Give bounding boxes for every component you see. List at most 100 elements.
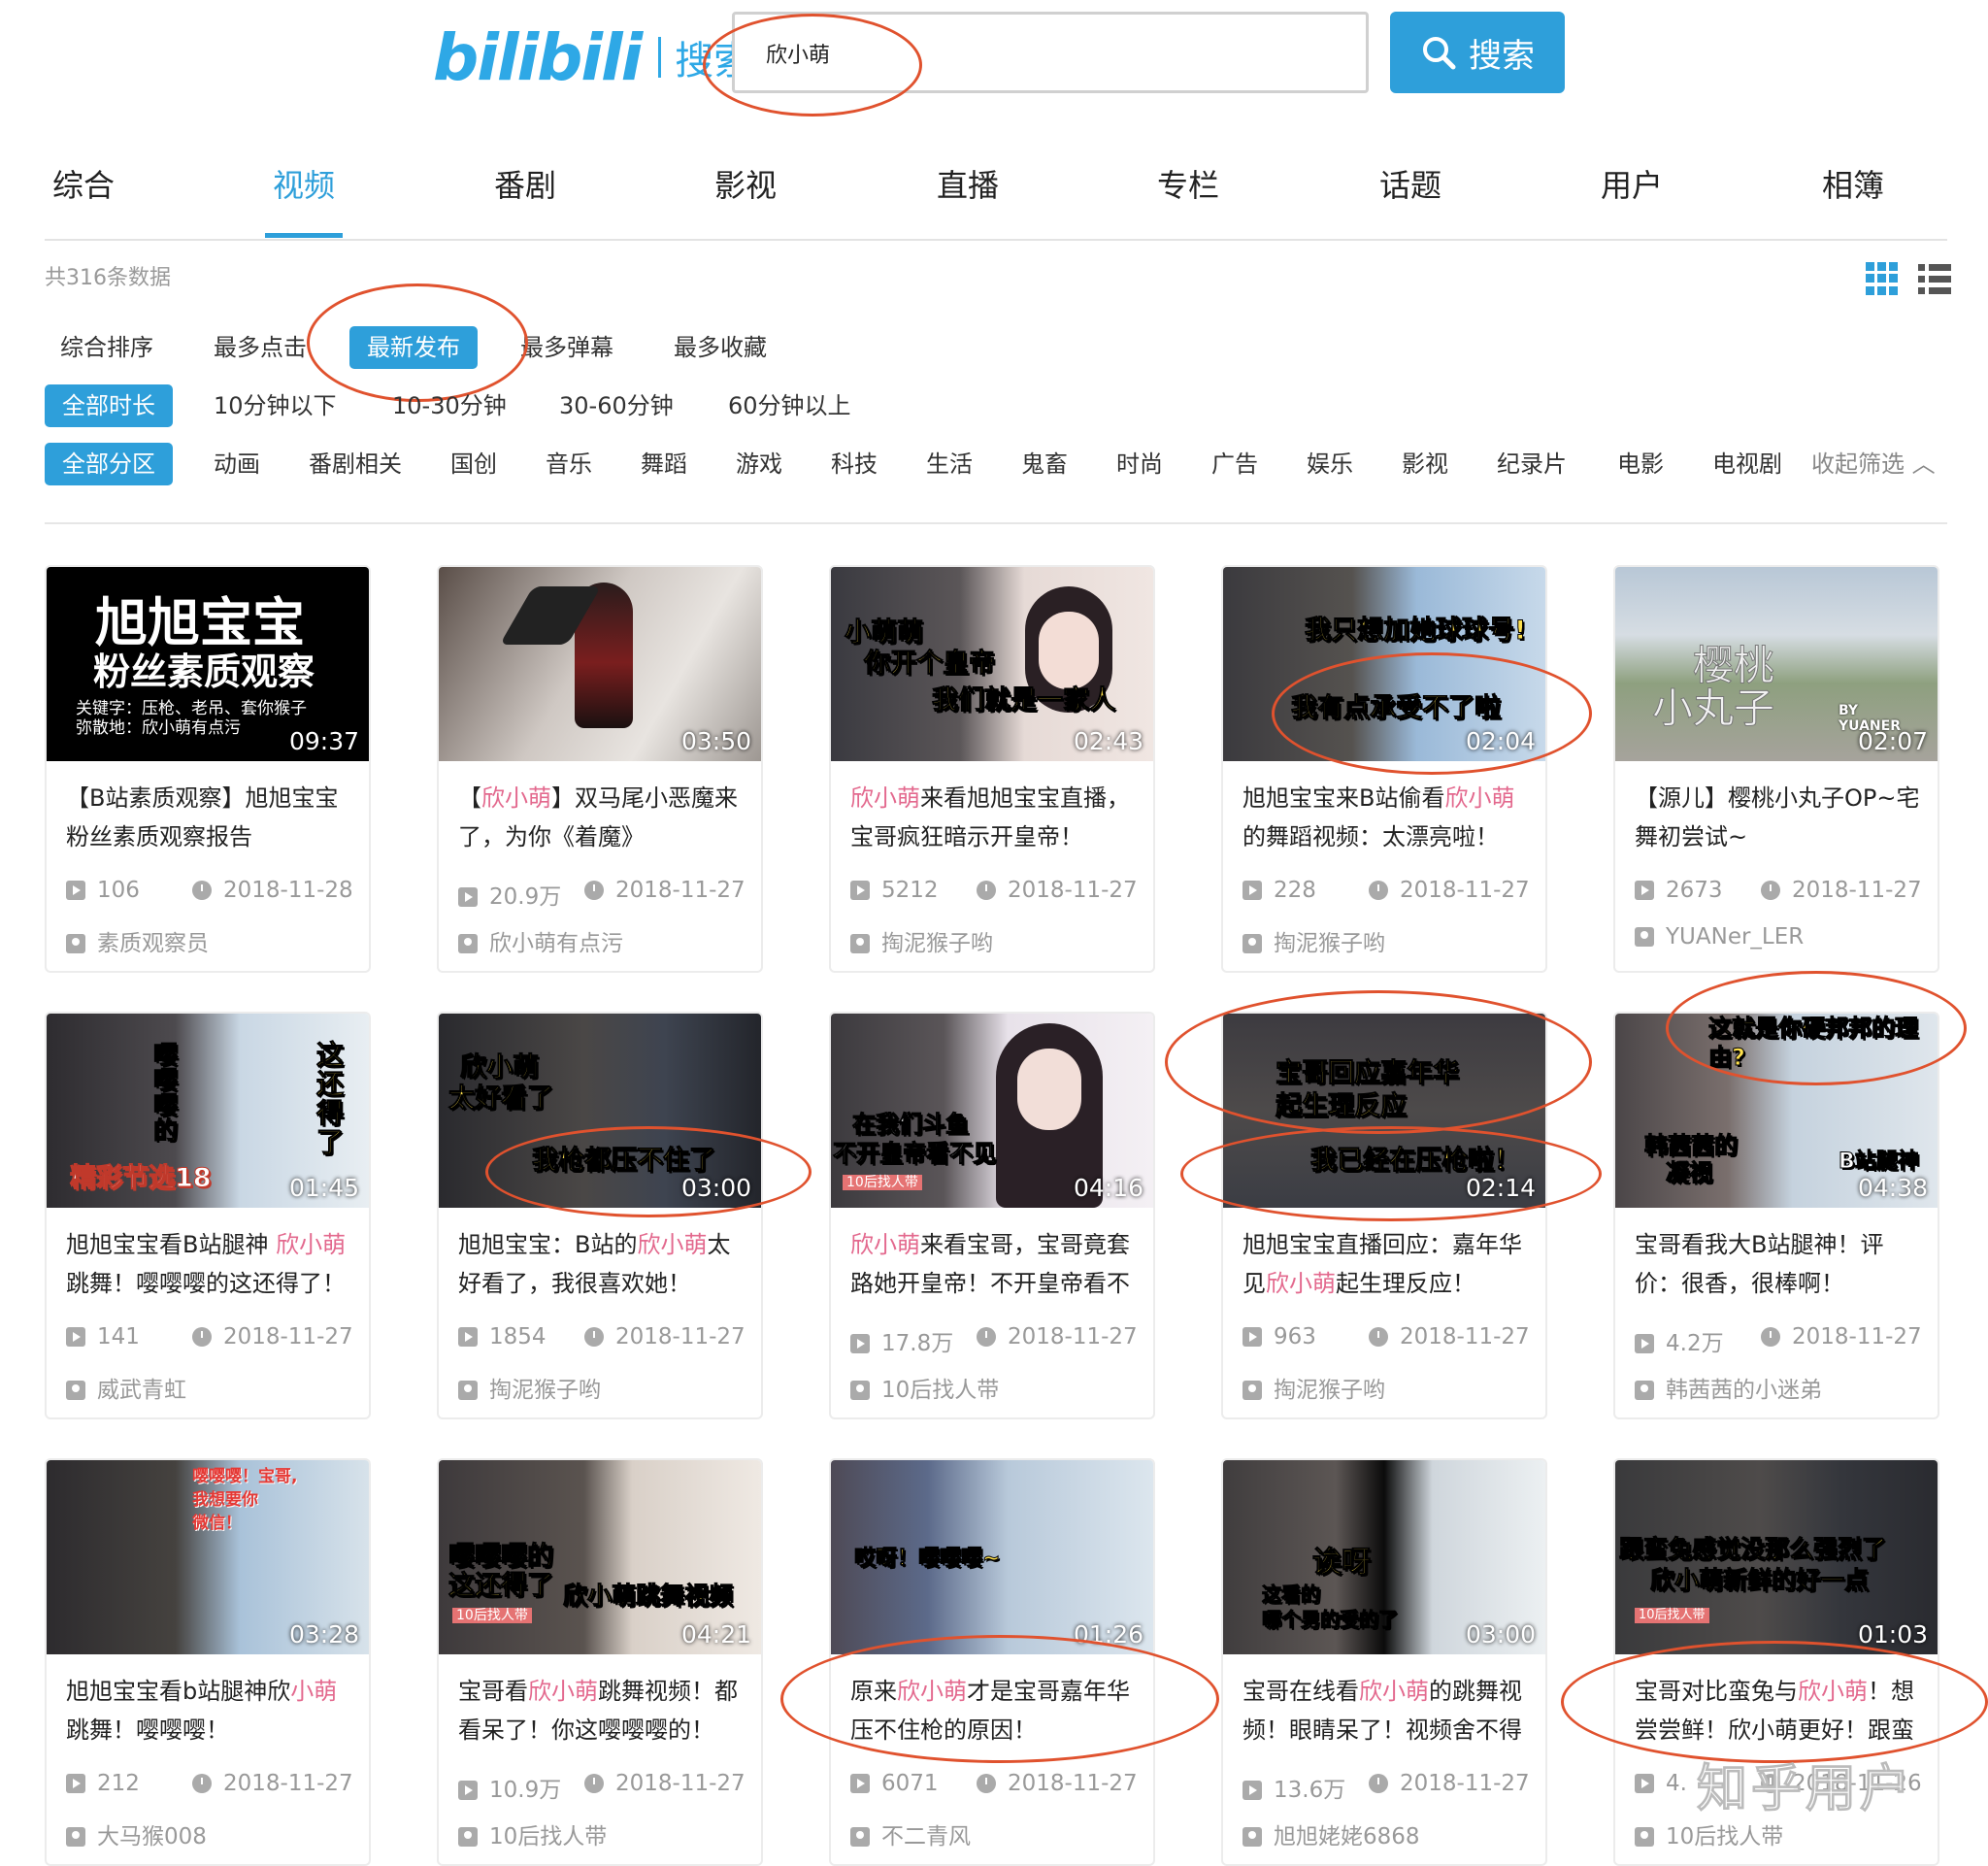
video-title[interactable]: 欣小萌来看宝哥，宝哥竟套路她开皇帝！不开皇帝看不 bbox=[850, 1225, 1142, 1303]
search-button[interactable]: 搜索 bbox=[1390, 12, 1565, 93]
video-title[interactable]: 旭旭宝宝看b站腿神欣小萌跳舞！嘤嘤嘤！ bbox=[66, 1672, 357, 1749]
tab-film[interactable]: 影视 bbox=[714, 161, 777, 206]
duration-all[interactable]: 全部时长 bbox=[45, 384, 173, 427]
uploader[interactable]: 10后找人带 bbox=[458, 1817, 607, 1850]
sort-most-danmaku[interactable]: 最多弹幕 bbox=[520, 326, 613, 369]
video-thumbnail[interactable]: 我只想加她球球号! 我有点承受不了啦 02:04 bbox=[1223, 567, 1545, 761]
list-view-icon[interactable] bbox=[1918, 262, 1951, 295]
tab-album[interactable]: 相簿 bbox=[1822, 161, 1884, 206]
video-title[interactable]: 宝哥在线看欣小萌的跳舞视频！眼睛呆了！视频舍不得 bbox=[1242, 1672, 1534, 1749]
video-thumbnail[interactable]: 在我们斗鱼 不开皇帝看不见 10后找人带 04:16 bbox=[831, 1014, 1153, 1208]
collapse-filter-button[interactable]: 收起筛选 ︿ bbox=[1811, 443, 1936, 485]
zone-life[interactable]: 生活 bbox=[926, 443, 973, 485]
zone-fashion[interactable]: 时尚 bbox=[1116, 443, 1163, 485]
zone-guochuang[interactable]: 国创 bbox=[450, 443, 497, 485]
uploader[interactable]: 不二青风 bbox=[850, 1817, 971, 1850]
uploader[interactable]: 大马猴008 bbox=[66, 1817, 207, 1850]
duration-10-30[interactable]: 10-30分钟 bbox=[392, 384, 507, 427]
video-card[interactable]: 嘤嘤嘤！宝哥, 我想要你 微信！ 03:28 旭旭宝宝看b站腿神欣小萌跳舞！嘤嘤… bbox=[45, 1458, 371, 1866]
video-card[interactable]: 欣小萌 太好看了 我枪都压不住了 03:00 旭旭宝宝：B站的欣小萌太好看了，我… bbox=[437, 1012, 763, 1419]
sort-most-clicks[interactable]: 最多点击 bbox=[214, 326, 307, 369]
video-thumbnail[interactable]: 诶呀 这看的 哪个男的受的了 03:00 bbox=[1223, 1460, 1545, 1654]
zone-kichiku[interactable]: 鬼畜 bbox=[1021, 443, 1068, 485]
video-title[interactable]: 欣小萌来看旭旭宝宝直播，宝哥疯狂暗示开皇帝！ bbox=[850, 779, 1142, 856]
tab-user[interactable]: 用户 bbox=[1601, 161, 1663, 206]
video-title[interactable]: 【欣小萌】双马尾小恶魔来了，为你《着魔》 bbox=[458, 779, 749, 856]
video-title[interactable]: 原来欣小萌才是宝哥嘉年华压不住枪的原因！ bbox=[850, 1672, 1142, 1749]
video-thumbnail[interactable]: 这就是你硬邦邦的理由? 韩茜茜的 凝视 B站腿神 04:38 bbox=[1615, 1014, 1938, 1208]
video-thumbnail[interactable]: 樱桃 小丸子 BY YUANER 02:07 bbox=[1615, 567, 1938, 761]
uploader[interactable]: 掏泥猴子哟 bbox=[458, 1371, 601, 1404]
video-title[interactable]: 旭旭宝宝直播回应：嘉年华见欣小萌起生理反应！ bbox=[1242, 1225, 1534, 1303]
tab-live[interactable]: 直播 bbox=[937, 161, 999, 206]
sort-newest[interactable]: 最新发布 bbox=[349, 326, 478, 369]
zone-dance[interactable]: 舞蹈 bbox=[641, 443, 687, 485]
video-thumbnail[interactable]: 03:50 bbox=[439, 567, 761, 761]
uploader[interactable]: 素质观察员 bbox=[66, 924, 209, 957]
video-thumbnail[interactable]: 宝哥回应嘉年华 起生理反应 我已经在压枪啦！ 02:14 bbox=[1223, 1014, 1545, 1208]
zone-tech[interactable]: 科技 bbox=[831, 443, 878, 485]
video-card[interactable]: 在我们斗鱼 不开皇帝看不见 10后找人带 04:16 欣小萌来看宝哥，宝哥竟套路… bbox=[829, 1012, 1155, 1419]
uploader[interactable]: 掏泥猴子哟 bbox=[1242, 924, 1385, 957]
uploader[interactable]: YUANer_LER bbox=[1635, 924, 1804, 950]
video-card[interactable]: 嘤嘤嘤的 这还得了 精彩节选18 01:45 旭旭宝宝看B站腿神 欣小萌跳舞！嘤… bbox=[45, 1012, 371, 1419]
video-title[interactable]: 【B站素质观察】旭旭宝宝粉丝素质观察报告 bbox=[66, 779, 357, 856]
video-title[interactable]: 旭旭宝宝：B站的欣小萌太好看了，我很喜欢她！ bbox=[458, 1225, 749, 1303]
zone-documentary[interactable]: 纪录片 bbox=[1497, 443, 1567, 485]
video-title[interactable]: 宝哥对比蛮兔与欣小萌！想尝尝鲜！欣小萌更好！跟蛮 bbox=[1635, 1672, 1926, 1749]
zone-tv[interactable]: 电视剧 bbox=[1712, 443, 1782, 485]
video-thumbnail[interactable]: 欣小萌 太好看了 我枪都压不住了 03:00 bbox=[439, 1014, 761, 1208]
video-card[interactable]: 樱桃 小丸子 BY YUANER 02:07 【源儿】樱桃小丸子OP~宅舞初尝试… bbox=[1613, 565, 1939, 973]
tab-topic[interactable]: 话题 bbox=[1379, 161, 1441, 206]
zone-ads[interactable]: 广告 bbox=[1211, 443, 1258, 485]
zone-all[interactable]: 全部分区 bbox=[45, 443, 173, 485]
video-card[interactable]: 旭旭宝宝 粉丝素质观察 关键字：压枪、老吊、套你猴子 弥散地：欣小萌有点污 09… bbox=[45, 565, 371, 973]
uploader[interactable]: 10后找人带 bbox=[850, 1371, 999, 1404]
zone-game[interactable]: 游戏 bbox=[736, 443, 782, 485]
video-title[interactable]: 宝哥看我大B站腿神！评价：很香，很棒啊！ bbox=[1635, 1225, 1926, 1303]
zone-music[interactable]: 音乐 bbox=[546, 443, 592, 485]
search-input[interactable] bbox=[764, 18, 1350, 88]
uploader[interactable]: 10后找人带 bbox=[1635, 1817, 1783, 1850]
uploader[interactable]: 欣小萌有点污 bbox=[458, 924, 623, 957]
uploader[interactable]: 旭旭姥姥6868 bbox=[1242, 1817, 1420, 1850]
duration-under-10[interactable]: 10分钟以下 bbox=[214, 384, 337, 427]
video-thumbnail[interactable]: 嘤嘤嘤！宝哥, 我想要你 微信！ 03:28 bbox=[47, 1460, 369, 1654]
tab-article[interactable]: 专栏 bbox=[1157, 161, 1219, 206]
zone-film[interactable]: 影视 bbox=[1402, 443, 1448, 485]
uploader[interactable]: 韩茜茜的小迷弟 bbox=[1635, 1371, 1822, 1404]
video-title[interactable]: 【源儿】樱桃小丸子OP~宅舞初尝试~ bbox=[1635, 779, 1926, 856]
video-card[interactable]: 这就是你硬邦邦的理由? 韩茜茜的 凝视 B站腿神 04:38 宝哥看我大B站腿神… bbox=[1613, 1012, 1939, 1419]
duration-30-60[interactable]: 30-60分钟 bbox=[559, 384, 674, 427]
zone-bangumi[interactable]: 番剧相关 bbox=[309, 443, 402, 485]
zone-entertainment[interactable]: 娱乐 bbox=[1307, 443, 1353, 485]
video-card[interactable]: 小萌萌 你开个皇帝 我们就是一家人 02:43 欣小萌来看旭旭宝宝直播，宝哥疯狂… bbox=[829, 565, 1155, 973]
video-card[interactable]: 03:50 【欣小萌】双马尾小恶魔来了，为你《着魔》 20.9万 2018-11… bbox=[437, 565, 763, 973]
sort-default[interactable]: 综合排序 bbox=[60, 326, 153, 369]
tab-video[interactable]: 视频 bbox=[264, 161, 344, 238]
search-box[interactable] bbox=[732, 12, 1369, 93]
video-card[interactable]: 我只想加她球球号! 我有点承受不了啦 02:04 旭旭宝宝来B站偷看欣小萌的舞蹈… bbox=[1221, 565, 1547, 973]
uploader[interactable]: 掏泥猴子哟 bbox=[1242, 1371, 1385, 1404]
video-card[interactable]: 哎呀！嘤嘤嘤~ 01:26 原来欣小萌才是宝哥嘉年华压不住枪的原因！ 6071 … bbox=[829, 1458, 1155, 1866]
zone-movie[interactable]: 电影 bbox=[1617, 443, 1664, 485]
video-title[interactable]: 宝哥看欣小萌跳舞视频！都看呆了！你这嘤嘤嘤的！ bbox=[458, 1672, 749, 1749]
video-thumbnail[interactable]: 嘤嘤嘤的 这还得了 精彩节选18 01:45 bbox=[47, 1014, 369, 1208]
video-thumbnail[interactable]: 小萌萌 你开个皇帝 我们就是一家人 02:43 bbox=[831, 567, 1153, 761]
video-thumbnail[interactable]: 哎呀！嘤嘤嘤~ 01:26 bbox=[831, 1460, 1153, 1654]
zone-animation[interactable]: 动画 bbox=[214, 443, 260, 485]
bilibili-logo[interactable]: bilibili 搜索 bbox=[433, 20, 752, 95]
video-title[interactable]: 旭旭宝宝看B站腿神 欣小萌跳舞！嘤嘤嘤的这还得了！ bbox=[66, 1225, 357, 1303]
video-card[interactable]: 嘤嘤嘤的 这还得了 欣小萌跳舞视频 10后找人带 04:21 宝哥看欣小萌跳舞视… bbox=[437, 1458, 763, 1866]
video-thumbnail[interactable]: 跟蛮兔感觉没那么强烈了 欣小萌新鲜的好一点 10后找人带 01:03 bbox=[1615, 1460, 1938, 1654]
video-title[interactable]: 旭旭宝宝来B站偷看欣小萌的舞蹈视频：太漂亮啦！ bbox=[1242, 779, 1534, 856]
tab-all[interactable]: 综合 bbox=[52, 161, 115, 206]
video-thumbnail[interactable]: 嘤嘤嘤的 这还得了 欣小萌跳舞视频 10后找人带 04:21 bbox=[439, 1460, 761, 1654]
tab-bangumi[interactable]: 番剧 bbox=[494, 161, 556, 206]
uploader[interactable]: 掏泥猴子哟 bbox=[850, 924, 993, 957]
video-card[interactable]: 宝哥回应嘉年华 起生理反应 我已经在压枪啦！ 02:14 旭旭宝宝直播回应：嘉年… bbox=[1221, 1012, 1547, 1419]
video-thumbnail[interactable]: 旭旭宝宝 粉丝素质观察 关键字：压枪、老吊、套你猴子 弥散地：欣小萌有点污 09… bbox=[47, 567, 369, 761]
video-card[interactable]: 诶呀 这看的 哪个男的受的了 03:00 宝哥在线看欣小萌的跳舞视频！眼睛呆了！… bbox=[1221, 1458, 1547, 1866]
uploader[interactable]: 威武青虹 bbox=[66, 1371, 186, 1404]
sort-most-favorites[interactable]: 最多收藏 bbox=[674, 326, 767, 369]
